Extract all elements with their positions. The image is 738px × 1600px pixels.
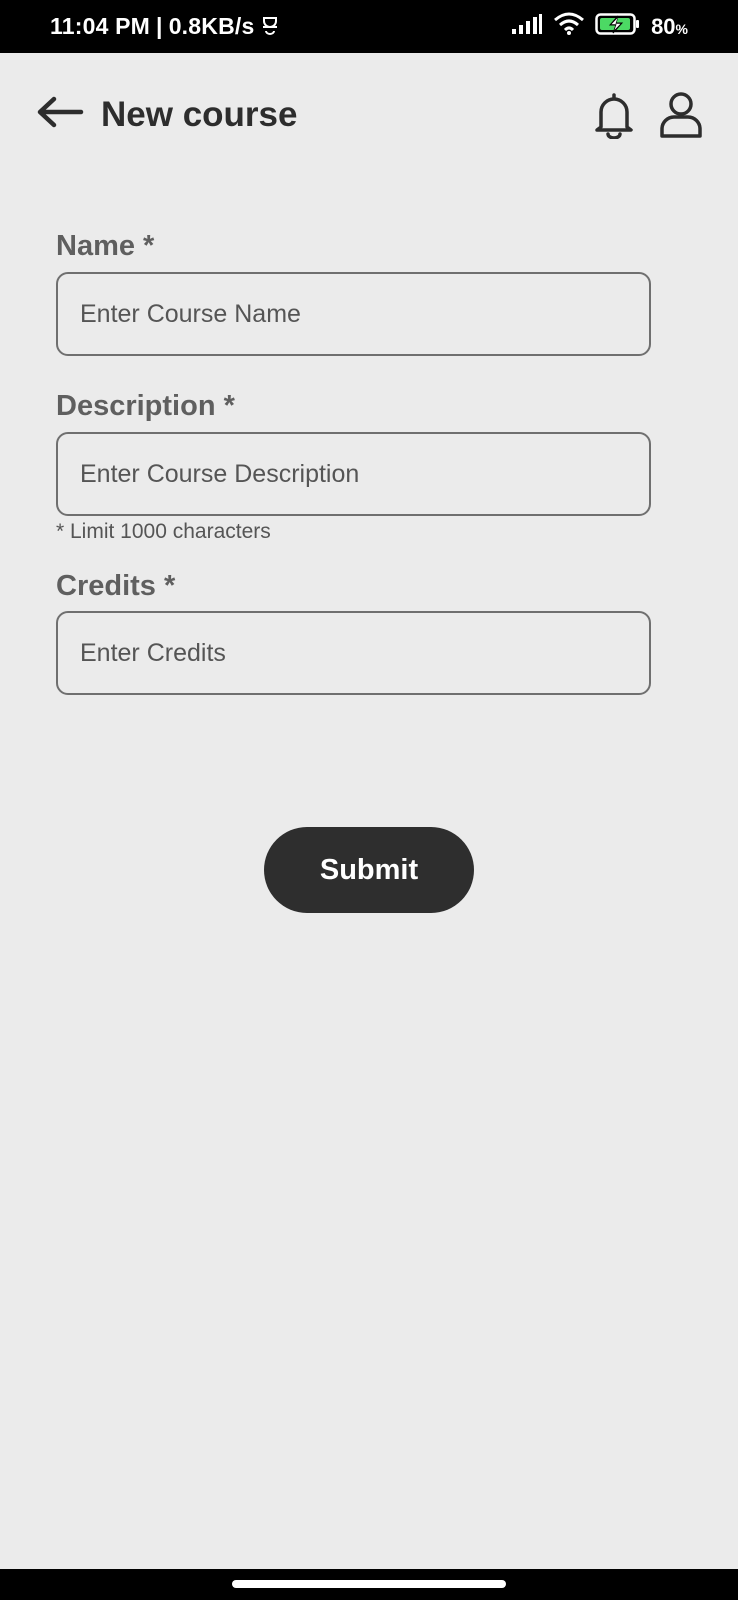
course-name-input[interactable] bbox=[56, 272, 651, 356]
submit-button[interactable]: Submit bbox=[264, 827, 474, 913]
name-label: Name * bbox=[56, 230, 155, 262]
back-button[interactable] bbox=[36, 95, 84, 129]
signal-icon bbox=[511, 13, 543, 41]
status-left: 11:04 PM | 0.8KB/s bbox=[50, 0, 280, 53]
bell-icon bbox=[595, 93, 633, 140]
notification-app-icon bbox=[260, 13, 280, 41]
credits-label: Credits * bbox=[56, 570, 176, 602]
home-indicator[interactable] bbox=[232, 1580, 506, 1588]
page-title: New course bbox=[101, 95, 298, 134]
wifi-icon bbox=[553, 12, 585, 42]
battery-charging-icon bbox=[595, 12, 641, 42]
description-label: Description * bbox=[56, 390, 235, 422]
screen: 11:04 PM | 0.8KB/s 80% New course Name *… bbox=[0, 0, 738, 1600]
status-bar: 11:04 PM | 0.8KB/s 80% bbox=[0, 0, 738, 53]
status-time: 11:04 PM bbox=[50, 13, 151, 39]
status-right: 80% bbox=[511, 0, 688, 53]
network-speed: 0.8KB/s bbox=[168, 13, 255, 39]
battery-percent: 80% bbox=[651, 13, 688, 39]
arrow-left-icon bbox=[37, 96, 84, 128]
credits-input[interactable] bbox=[56, 611, 651, 695]
app-bar: New course bbox=[0, 53, 738, 183]
notifications-button[interactable] bbox=[592, 91, 636, 140]
user-icon bbox=[660, 92, 702, 138]
profile-button[interactable] bbox=[658, 91, 704, 139]
course-description-input[interactable] bbox=[56, 432, 651, 516]
navigation-bar bbox=[0, 1569, 738, 1600]
status-separator: | bbox=[156, 13, 163, 39]
description-hint: * Limit 1000 characters bbox=[56, 520, 271, 543]
